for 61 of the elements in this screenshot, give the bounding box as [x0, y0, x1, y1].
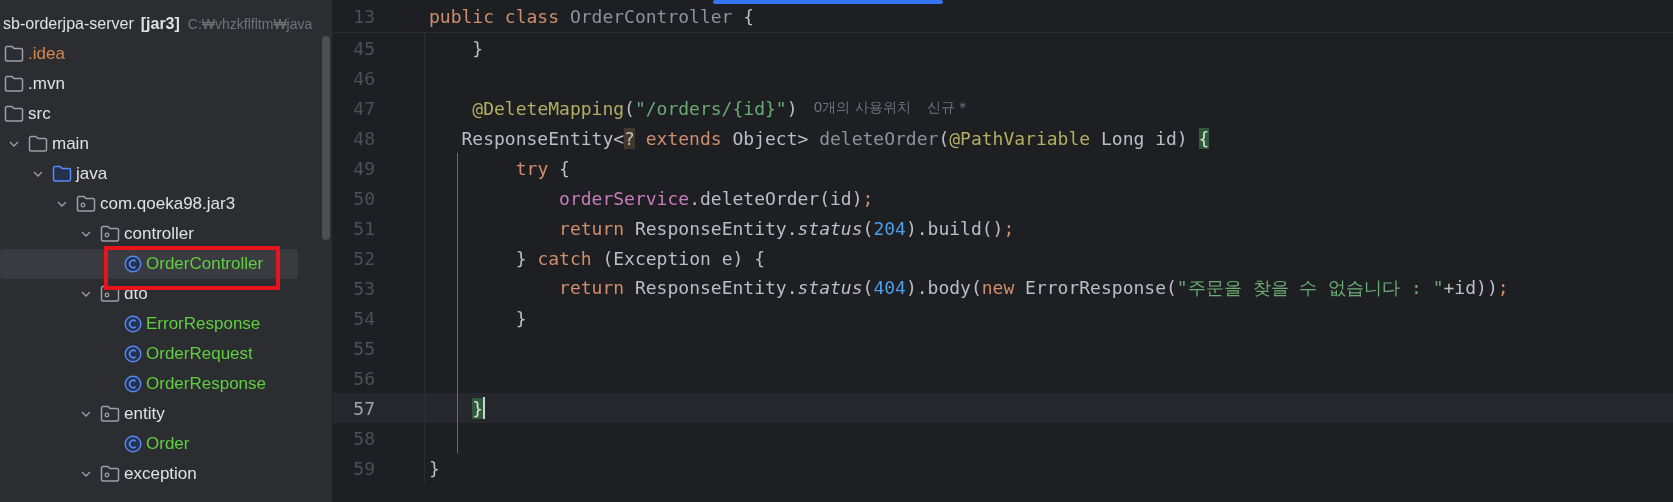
tree-item[interactable]: .idea: [0, 39, 298, 69]
scrollbar-thumb[interactable]: [322, 36, 330, 240]
code-line: return ResponseEntity.status(204).build();: [559, 217, 1015, 239]
tree-item-label: entity: [124, 404, 165, 424]
tree-item-label: com.qoeka98.jar3: [100, 194, 236, 214]
code-line: }: [515, 307, 527, 329]
package-icon: [76, 195, 96, 213]
tree-item[interactable]: OrderController: [0, 249, 298, 279]
folder-icon: [4, 45, 24, 63]
tree-item-label: java: [76, 164, 108, 184]
tree-item[interactable]: java: [0, 159, 298, 189]
text-cursor: [483, 397, 486, 419]
line-number: 57: [352, 397, 375, 419]
tree-item[interactable]: entity: [0, 399, 298, 429]
tree-item-label: src: [28, 104, 51, 124]
folder-icon: [4, 75, 24, 93]
folder-icon: [28, 135, 48, 153]
code-line: return ResponseEntity.status(404).body(new ErrorResponse("주문을 찾을 수 없습니다 : "+id));: [559, 276, 1509, 300]
tree-item-label: OrderRequest: [146, 344, 253, 364]
tree-item-label: exception: [124, 464, 197, 484]
code-line: } catch (Exception e) {: [515, 247, 765, 269]
tree-item-label: controller: [124, 224, 194, 244]
package-icon: [100, 285, 120, 303]
tree-item[interactable]: OrderResponse: [0, 369, 298, 399]
code-line: @DeleteMapping("/orders/{id}"): [472, 97, 798, 119]
folder-icon: [4, 105, 24, 123]
code-line: ResponseEntity<? extends Object> deleteOrder(@PathVariable Long id) {: [461, 127, 1210, 149]
code-line: orderService.deleteOrder(id);: [559, 187, 874, 209]
tree-item[interactable]: main: [0, 129, 298, 159]
tree-item-label: .mvn: [28, 74, 65, 94]
package-icon: [100, 465, 120, 483]
tree-item-label: Order: [146, 434, 190, 454]
folder-icon: [52, 165, 72, 183]
tree-item-label: OrderController: [146, 254, 264, 274]
code-line: try {: [515, 157, 570, 179]
tree-item[interactable]: ErrorResponse: [0, 309, 298, 339]
tree-item[interactable]: .mvn: [0, 69, 298, 99]
module-name: [jar3]: [140, 15, 180, 33]
project-name[interactable]: sb-orderjpa-server: [3, 15, 134, 33]
code-line: public class OrderController {: [429, 5, 755, 27]
tree-item-label: main: [52, 134, 89, 154]
class-icon: [124, 255, 142, 273]
class-icon: [124, 315, 142, 333]
tree-item-label: ErrorResponse: [146, 314, 261, 334]
tree-item[interactable]: controller: [0, 219, 298, 249]
tree-item[interactable]: Order: [0, 429, 298, 459]
tree-item[interactable]: OrderRequest: [0, 339, 298, 369]
project-path: C:₩vhzkflfltm₩java: [187, 16, 313, 32]
tree-item-label: OrderResponse: [146, 374, 266, 394]
class-icon: [124, 345, 142, 363]
inlay-hint[interactable]: 0개의 사용위치: [813, 99, 911, 117]
tree-item[interactable]: exception: [0, 459, 298, 489]
tree-item[interactable]: src: [0, 99, 298, 129]
code-line: }: [429, 457, 440, 479]
tree-item[interactable]: com.qoeka98.jar3: [0, 189, 298, 219]
tree-item-label: .idea: [28, 44, 65, 64]
package-icon: [100, 225, 120, 243]
package-icon: [100, 405, 120, 423]
class-icon: [124, 375, 142, 393]
class-icon: [124, 435, 142, 453]
code-line: }: [472, 37, 484, 59]
